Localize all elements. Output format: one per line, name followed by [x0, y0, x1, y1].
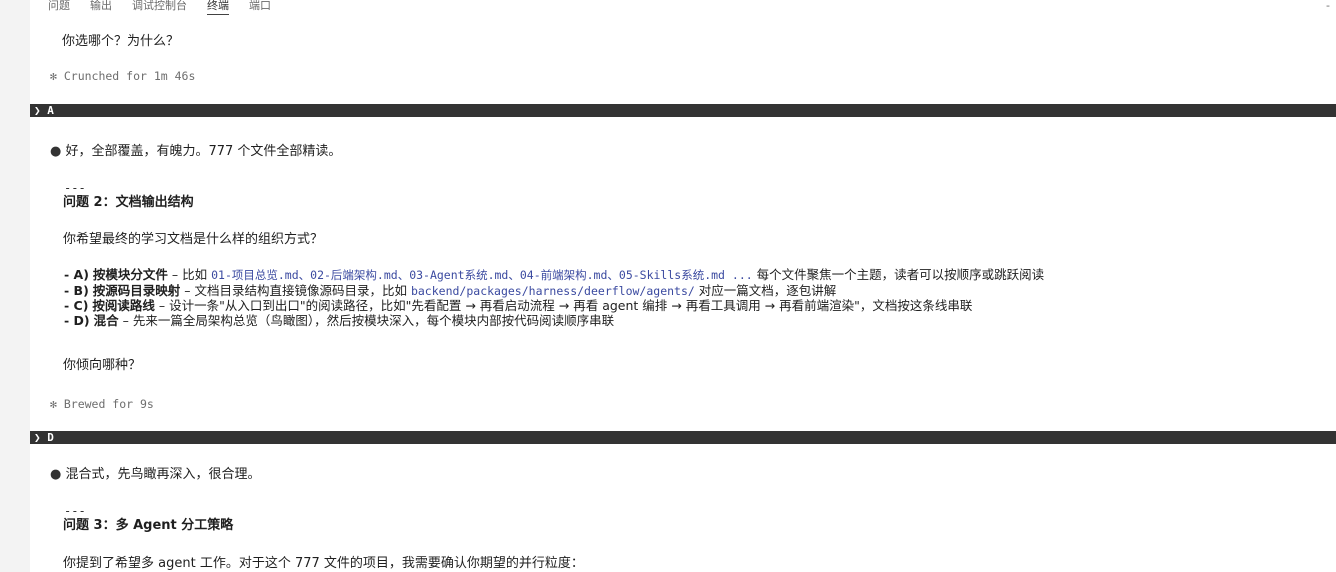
question-2-text: 你希望最终的学习文档是什么样的组织方式？	[63, 232, 324, 247]
assistant-text-1: 好，全部覆盖，有魄力。777 个文件全部精读。	[65, 144, 342, 159]
question-3-text: 你提到了希望多 agent 工作。对于这个 777 文件的项目，我需要确认你期望…	[63, 556, 584, 571]
tab-output[interactable]: 输出	[90, 0, 112, 12]
heading-question-3: 问题 3：多 Agent 分工策略	[63, 518, 234, 533]
separator-1: ---	[64, 181, 86, 195]
option-c: - C) 按阅读路线 – 设计一条"从入口到出口"的阅读路径，比如"先看配置 →…	[64, 298, 973, 313]
option-d: - D) 混合 – 先来一篇全局架构总览（鸟瞰图），然后按模块深入，每个模块内部…	[64, 313, 615, 328]
option-a: - A) 按模块分文件 – 比如 01-项目总览.md、02-后端架构.md、0…	[64, 267, 1045, 282]
user-reply-1: A	[47, 104, 54, 117]
panel-minimize-icon[interactable]: -	[1326, 0, 1330, 12]
user-reply-2: D	[47, 431, 54, 444]
heading-question-2: 问题 2：文档输出结构	[63, 195, 194, 210]
tab-problems[interactable]: 问题	[48, 0, 70, 12]
assistant-message-2: ● 混合式，先鸟瞰再深入，很合理。	[50, 467, 261, 483]
assistant-text-2: 混合式，先鸟瞰再深入，很合理。	[65, 467, 261, 482]
editor-gutter	[0, 0, 30, 572]
bullet-icon: ●	[50, 144, 62, 159]
tab-terminal[interactable]: 终端	[207, 0, 229, 15]
assistant-message-1: ● 好，全部覆盖，有魄力。777 个文件全部精读。	[50, 144, 341, 160]
status-brewed: ✻ Brewed for 9s	[50, 397, 154, 411]
user-reply-bar-2: ❯ D	[30, 431, 1336, 444]
separator-2: ---	[64, 504, 86, 518]
panel-tab-bar: 问题 输出 调试控制台 终端 端口	[48, 0, 271, 16]
question-2-prompt: 你倾向哪种？	[63, 358, 142, 373]
question-1-tail: 你选哪个？为什么？	[62, 34, 180, 49]
status-crunched: ✻ Crunched for 1m 46s	[50, 69, 196, 83]
prompt-chevron-icon: ❯	[34, 104, 41, 117]
tab-ports[interactable]: 端口	[249, 0, 271, 12]
tab-debug-console[interactable]: 调试控制台	[132, 0, 187, 12]
option-b: - B) 按源码目录映射 – 文档目录结构直接镜像源码目录，比如 backend…	[64, 283, 837, 298]
user-reply-bar-1: ❯ A	[30, 104, 1336, 117]
prompt-chevron-icon: ❯	[34, 431, 41, 444]
bullet-icon: ●	[50, 467, 62, 482]
